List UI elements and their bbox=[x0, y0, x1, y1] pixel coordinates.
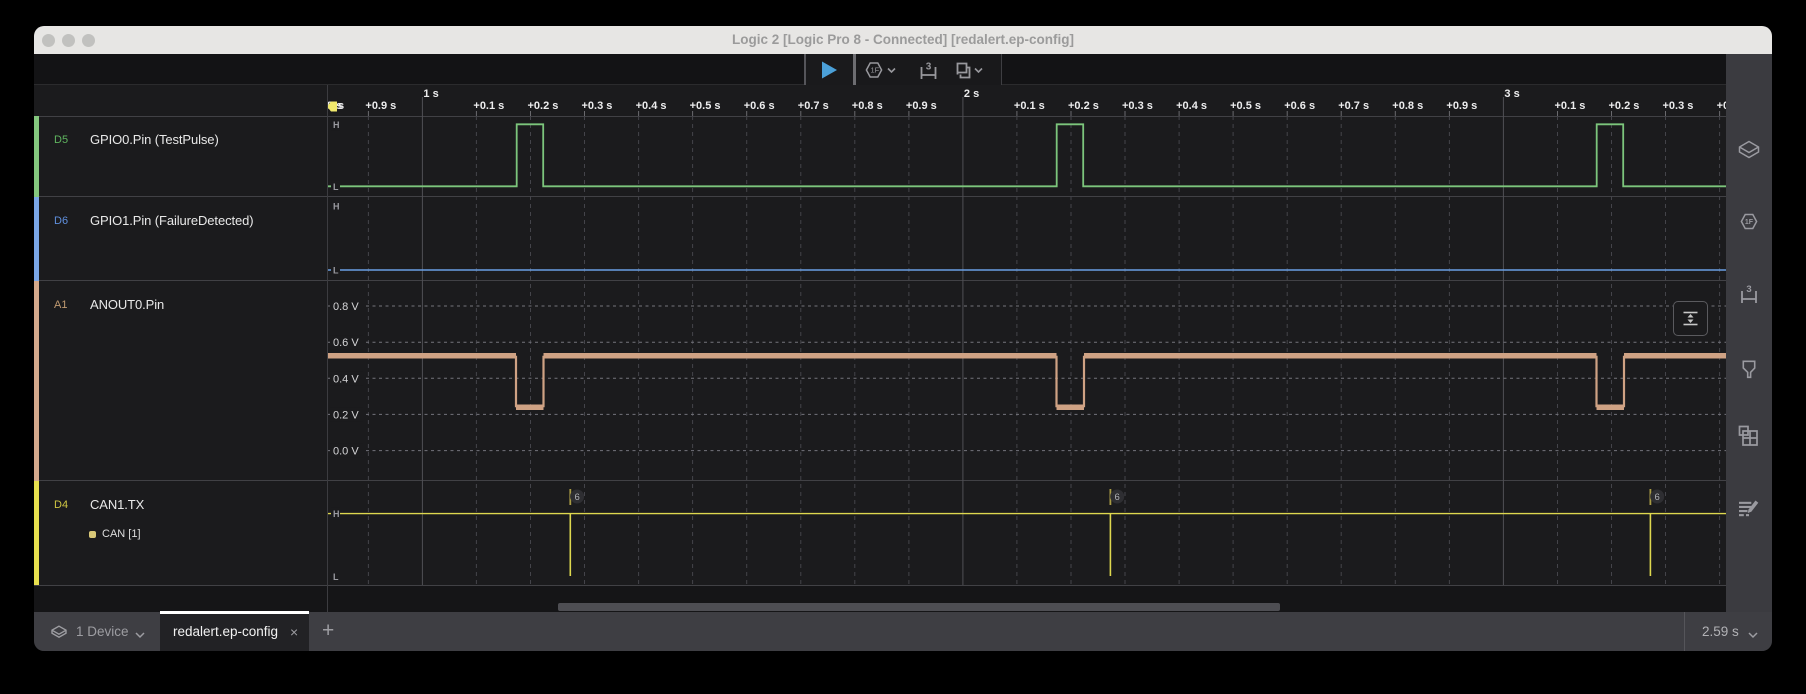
svg-text:+0.8 s: +0.8 s bbox=[1392, 100, 1423, 112]
svg-text:+0.9 s: +0.9 s bbox=[906, 100, 937, 112]
svg-text:2 s: 2 s bbox=[964, 88, 979, 100]
svg-text:+0.2 s: +0.2 s bbox=[1609, 100, 1640, 112]
svg-text:H: H bbox=[333, 202, 340, 212]
svg-text:0.4 V: 0.4 V bbox=[333, 373, 359, 385]
svg-text:s: s bbox=[338, 100, 344, 112]
svg-text:H: H bbox=[333, 120, 340, 130]
svg-text:+0.9 s: +0.9 s bbox=[365, 100, 396, 112]
svg-text:6: 6 bbox=[574, 492, 579, 503]
svg-text:6: 6 bbox=[1655, 492, 1660, 503]
svg-text:0.8 V: 0.8 V bbox=[333, 301, 359, 313]
svg-text:+0.6 s: +0.6 s bbox=[744, 100, 775, 112]
svg-text:+0.8 s: +0.8 s bbox=[852, 100, 883, 112]
svg-text:1 s: 1 s bbox=[423, 88, 438, 100]
svg-text:+0.9 s: +0.9 s bbox=[1446, 100, 1477, 112]
svg-text:L: L bbox=[333, 182, 339, 192]
svg-text:+0.4 s: +0.4 s bbox=[1176, 100, 1207, 112]
svg-text:+0.7 s: +0.7 s bbox=[798, 100, 829, 112]
svg-text:L: L bbox=[333, 266, 339, 276]
svg-text:+0.3 s: +0.3 s bbox=[582, 100, 613, 112]
svg-text:H: H bbox=[333, 509, 340, 519]
svg-text:+0.2 s: +0.2 s bbox=[528, 100, 559, 112]
svg-text:L: L bbox=[333, 572, 339, 582]
svg-text:+0.5 s: +0.5 s bbox=[690, 100, 721, 112]
svg-text:6: 6 bbox=[1115, 492, 1120, 503]
svg-text:+0.3 s: +0.3 s bbox=[1122, 100, 1153, 112]
svg-text:0.0 V: 0.0 V bbox=[333, 446, 359, 458]
svg-text:+0.4 s: +0.4 s bbox=[636, 100, 667, 112]
svg-text:0.6 V: 0.6 V bbox=[333, 337, 359, 349]
svg-text:+0.1 s: +0.1 s bbox=[1555, 100, 1586, 112]
svg-text:0.2 V: 0.2 V bbox=[333, 409, 359, 421]
svg-text:+0.2 s: +0.2 s bbox=[1068, 100, 1099, 112]
svg-text:+0.4 s: +0.4 s bbox=[1717, 100, 1726, 112]
svg-text:3: 3 bbox=[1746, 284, 1751, 295]
svg-text:+0.3 s: +0.3 s bbox=[1663, 100, 1694, 112]
svg-text:3 s: 3 s bbox=[1504, 88, 1519, 100]
svg-text:+0.1 s: +0.1 s bbox=[473, 100, 504, 112]
svg-text:+0.5 s: +0.5 s bbox=[1230, 100, 1261, 112]
svg-text:3: 3 bbox=[926, 62, 932, 73]
svg-text:1F: 1F bbox=[1745, 219, 1754, 226]
svg-text:+0.7 s: +0.7 s bbox=[1338, 100, 1369, 112]
svg-text:+0.1 s: +0.1 s bbox=[1014, 100, 1045, 112]
svg-text:1F: 1F bbox=[871, 66, 880, 75]
svg-text:+0.6 s: +0.6 s bbox=[1284, 100, 1315, 112]
